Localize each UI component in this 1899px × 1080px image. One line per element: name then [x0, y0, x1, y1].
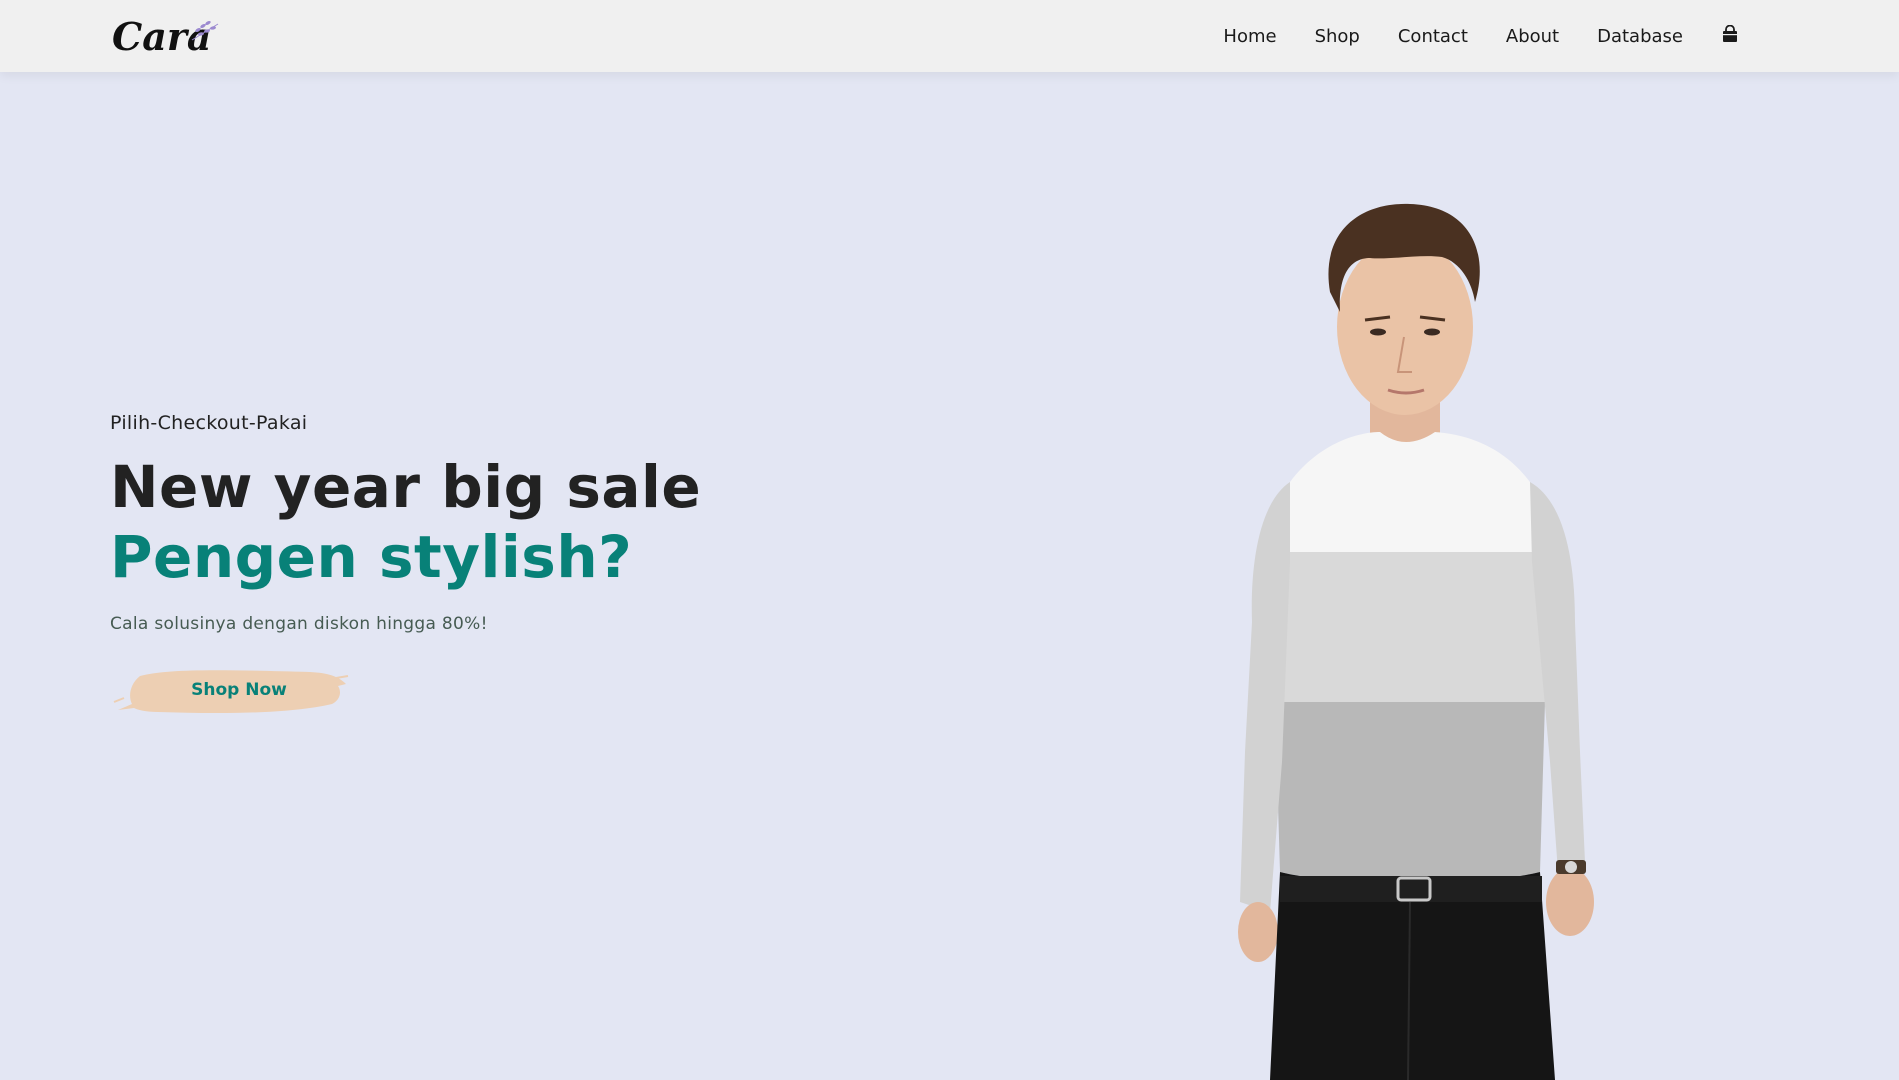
nav-link-about[interactable]: About — [1506, 26, 1559, 47]
hero-model-image — [1238, 203, 1594, 1080]
nav-item-cart — [1721, 25, 1739, 47]
shop-now-button[interactable]: Shop Now — [110, 662, 350, 718]
hero-description: Cala solusinya dengan diskon hingga 80%! — [110, 614, 488, 634]
hero-subheadline: Pengen stylish? — [110, 523, 633, 591]
site-header: Cara Home Shop Contact About Database — [0, 0, 1899, 72]
shopping-bag-icon[interactable] — [1721, 25, 1739, 43]
nav-link-shop[interactable]: Shop — [1315, 26, 1360, 47]
hero-text: Pilih-Checkout-Pakai New year big sale P… — [110, 412, 701, 718]
shop-now-label: Shop Now — [191, 680, 287, 700]
nav-item-about: About — [1506, 26, 1559, 47]
nav-item-database: Database — [1597, 26, 1683, 47]
nav-link-database[interactable]: Database — [1597, 26, 1683, 47]
nav-item-home: Home — [1223, 26, 1276, 47]
hero-tagline: Pilih-Checkout-Pakai — [110, 412, 308, 434]
cara-logo[interactable]: Cara — [110, 10, 220, 60]
nav-item-contact: Contact — [1398, 26, 1468, 47]
hero-headline: New year big sale — [110, 453, 702, 521]
main-nav: Home Shop Contact About Database — [1185, 0, 1739, 72]
hero-section: Pilih-Checkout-Pakai New year big sale P… — [0, 72, 1899, 1080]
nav-item-shop: Shop — [1315, 26, 1360, 47]
svg-text:Cara: Cara — [112, 14, 212, 59]
nav-link-contact[interactable]: Contact — [1398, 26, 1468, 47]
nav-link-home[interactable]: Home — [1223, 26, 1276, 47]
